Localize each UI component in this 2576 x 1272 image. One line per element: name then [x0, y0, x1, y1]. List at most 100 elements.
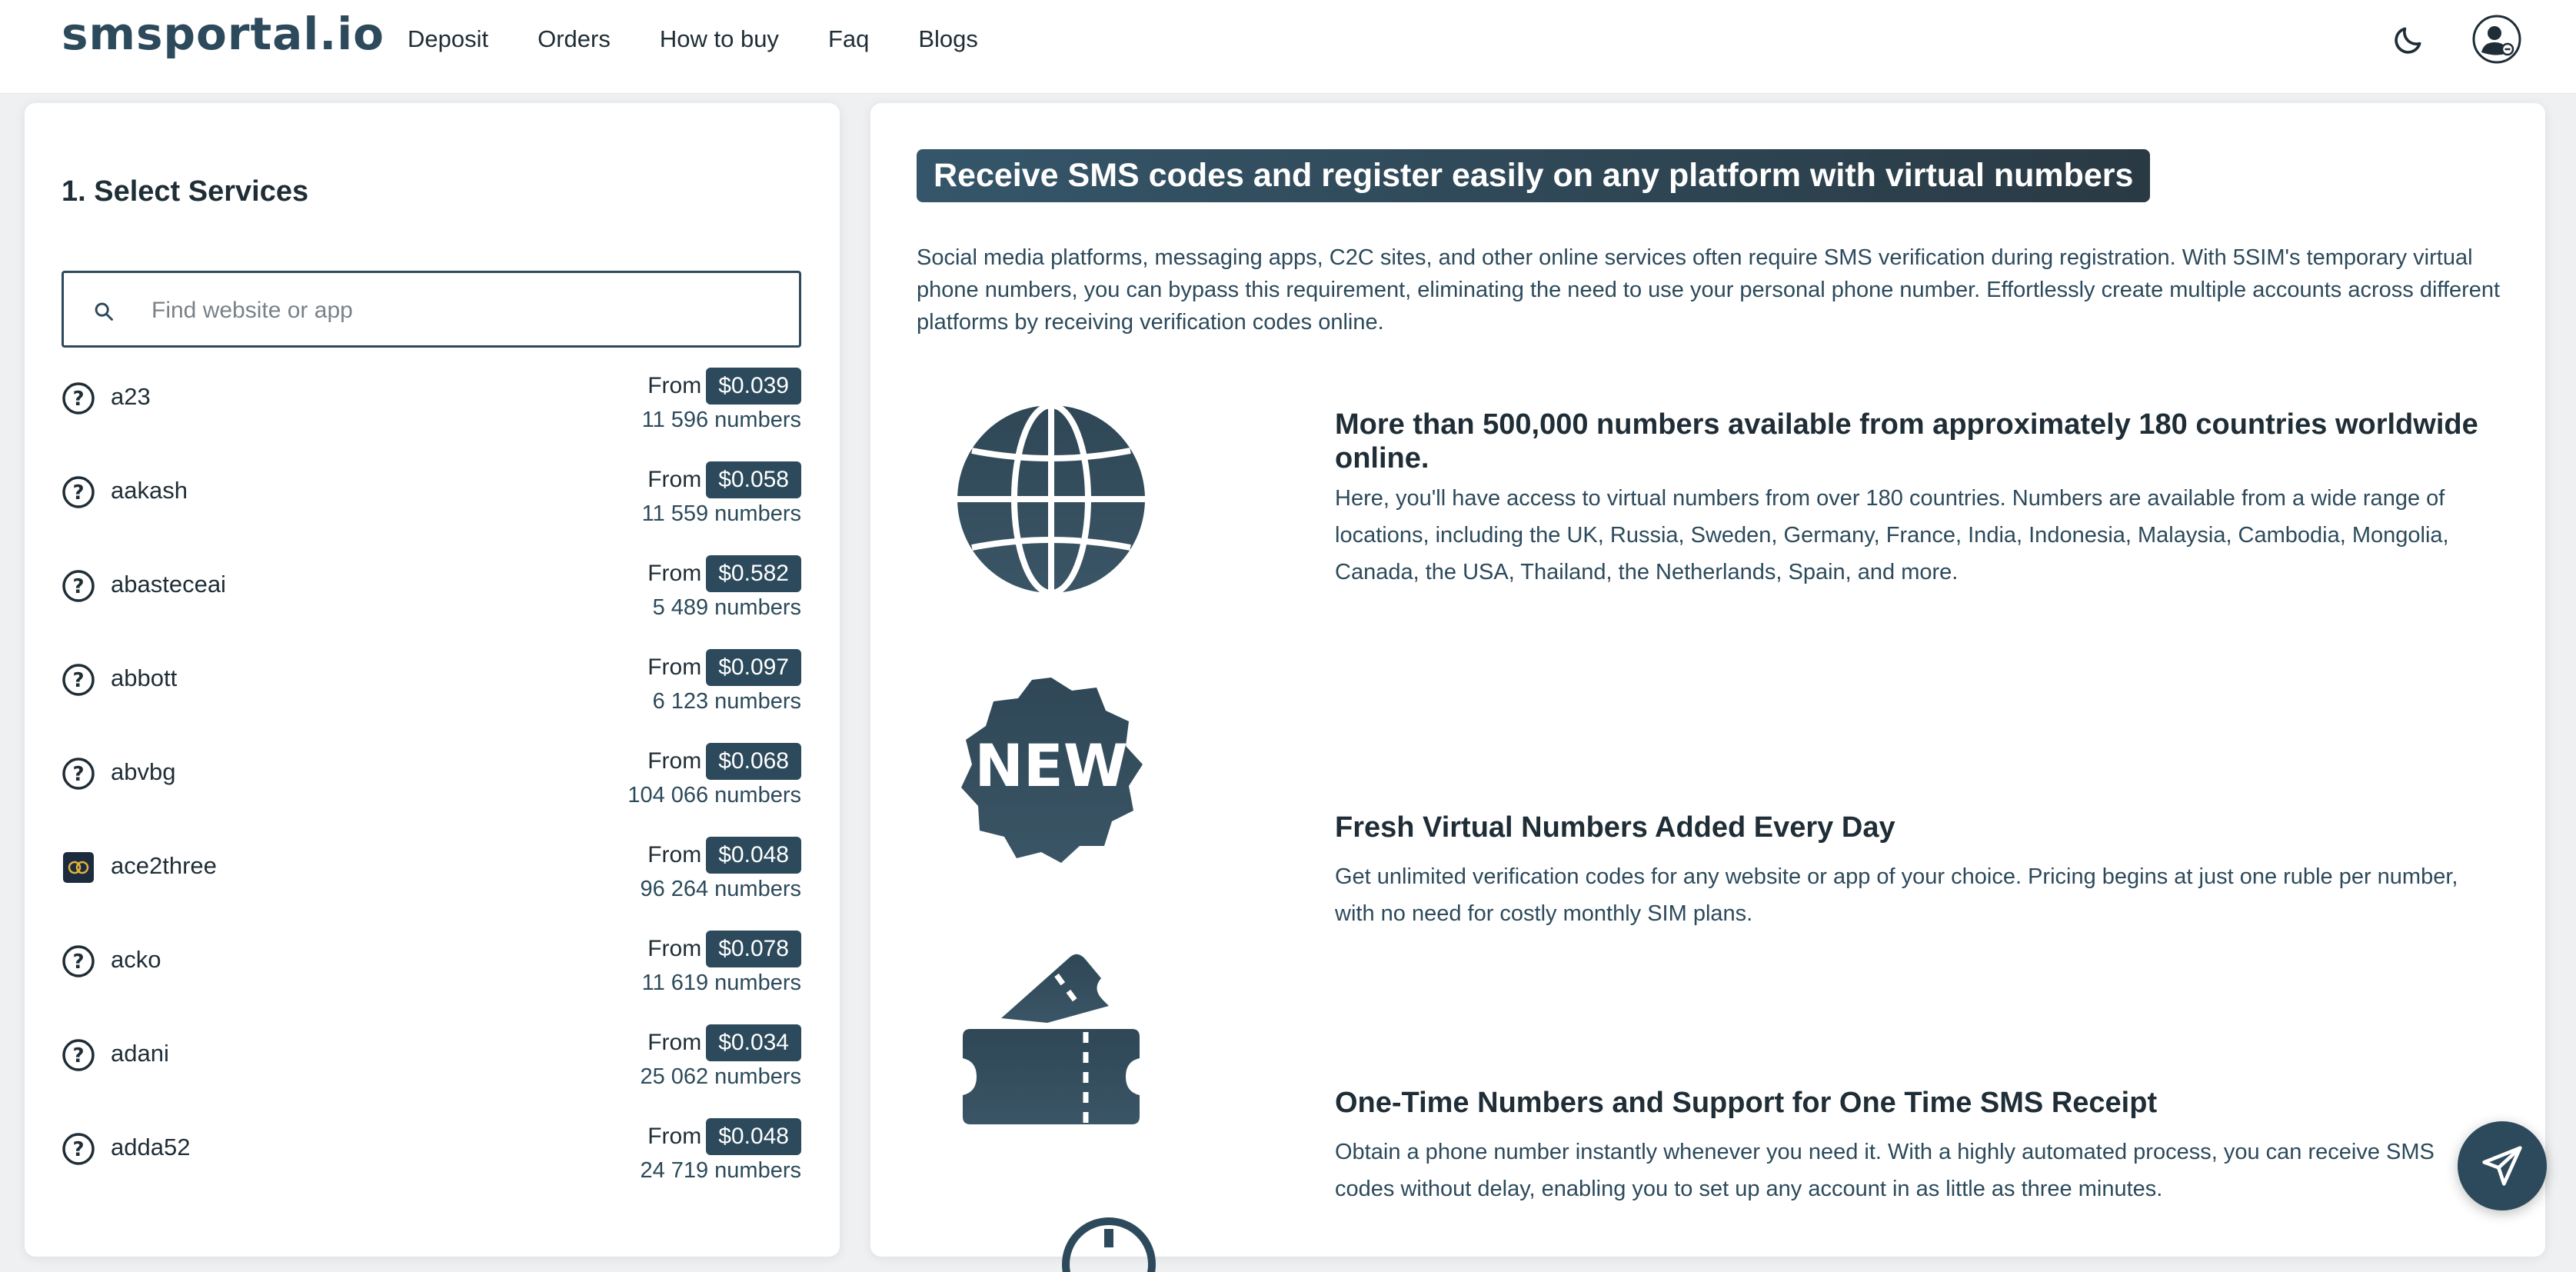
feature-title: One-Time Numbers and Support for One Tim…	[1335, 1087, 2158, 1119]
count-value: 6 123	[652, 689, 709, 714]
service-row[interactable]: ? abbott From $0.097 6 123 numbers	[62, 646, 801, 740]
numbers-count: 104 066 numbers	[627, 783, 801, 808]
count-label: numbers	[714, 1064, 801, 1089]
nav-how-to-buy[interactable]: How to buy	[660, 25, 779, 53]
numbers-count: 96 264 numbers	[640, 877, 801, 902]
feature-title: More than 500,000 numbers available from…	[1335, 408, 2478, 475]
count-label: numbers	[714, 877, 801, 901]
hero-title: Receive SMS codes and register easily on…	[917, 149, 2151, 202]
count-label: numbers	[714, 1158, 801, 1183]
services-panel: 1. Select Services ? a23 From $0.039 11 …	[25, 103, 840, 1257]
service-row[interactable]: ? acko From $0.078 11 619 numbers	[62, 927, 801, 1021]
count-label: numbers	[714, 595, 801, 620]
numbers-count: 25 062 numbers	[640, 1064, 801, 1090]
feature-text: Obtain a phone number instantly whenever…	[1335, 1140, 2435, 1201]
question-icon: ?	[62, 570, 95, 602]
feature-title: Fresh Virtual Numbers Added Every Day	[1335, 811, 1895, 844]
service-row[interactable]: ? abasteceai From $0.582 5 489 numbers	[62, 552, 801, 646]
price-badge: $0.048	[706, 1118, 801, 1155]
count-value: 96 264	[640, 877, 709, 901]
from-label: From	[647, 373, 702, 398]
count-label: numbers	[714, 501, 801, 526]
from-label: From	[647, 654, 702, 680]
info-panel: Receive SMS codes and register easily on…	[870, 103, 2545, 1272]
ace2three-logo	[63, 852, 94, 883]
nav-faq[interactable]: Faq	[828, 25, 869, 53]
question-icon: ?	[62, 382, 95, 415]
count-value: 25 062	[640, 1064, 709, 1089]
count-label: numbers	[714, 408, 801, 432]
globe-icon	[957, 403, 1145, 595]
service-row[interactable]: ace2three From $0.048 96 264 numbers	[62, 834, 801, 927]
service-name: abasteceai	[111, 571, 226, 598]
price-line: From $0.048	[647, 837, 801, 874]
feature-text: Here, you'll have access to virtual numb…	[1335, 486, 2449, 584]
feature-text: Get unlimited verification codes for any…	[1335, 864, 2458, 926]
price-line: From $0.068	[647, 743, 801, 780]
price-line: From $0.048	[647, 1118, 801, 1155]
svg-text:?: ?	[72, 1044, 84, 1067]
numbers-count: 6 123 numbers	[653, 689, 801, 714]
nav-deposit[interactable]: Deposit	[408, 25, 488, 53]
moon-icon[interactable]	[2391, 23, 2425, 57]
question-icon: ?	[62, 1133, 95, 1165]
service-row[interactable]: ? a23 From $0.039 11 596 numbers	[62, 365, 801, 458]
service-name: a23	[111, 383, 151, 410]
svg-text:?: ?	[72, 763, 84, 786]
nav-orders[interactable]: Orders	[537, 25, 611, 53]
from-label: From	[647, 467, 702, 492]
clock-icon	[1062, 1217, 1156, 1272]
from-label: From	[647, 1030, 702, 1055]
from-label: From	[647, 936, 702, 961]
svg-text:?: ?	[72, 669, 84, 692]
service-row[interactable]: ? abvbg From $0.068 104 066 numbers	[62, 740, 801, 834]
price-badge: $0.582	[706, 555, 801, 592]
price-badge: $0.034	[706, 1024, 801, 1061]
count-value: 5 489	[652, 595, 709, 620]
price-line: From $0.078	[647, 931, 801, 967]
price-line: From $0.582	[647, 555, 801, 592]
service-name: adani	[111, 1040, 169, 1067]
service-row[interactable]: ? adani From $0.034 25 062 numbers	[62, 1021, 801, 1115]
service-row[interactable]: ? aakash From $0.058 11 559 numbers	[62, 458, 801, 552]
service-name: abbott	[111, 664, 178, 691]
count-value: 11 619	[641, 971, 709, 995]
price-line: From $0.058	[647, 461, 801, 498]
search-box[interactable]	[62, 271, 801, 348]
service-name: abvbg	[111, 758, 176, 785]
nav-blogs[interactable]: Blogs	[918, 25, 978, 53]
price-line: From $0.039	[647, 368, 801, 405]
site-logo[interactable]: smsportal.io	[62, 8, 384, 60]
main-nav: Deposit Orders How to buy Faq Blogs	[408, 25, 1027, 53]
numbers-count: 24 719 numbers	[640, 1158, 801, 1184]
service-name: acko	[111, 946, 161, 973]
telegram-button[interactable]	[2458, 1121, 2547, 1210]
question-icon: ?	[62, 1039, 95, 1071]
price-line: From $0.034	[647, 1024, 801, 1061]
service-name: adda52	[111, 1134, 191, 1160]
svg-text:?: ?	[72, 1138, 84, 1161]
service-name: ace2three	[111, 852, 217, 879]
from-label: From	[647, 748, 702, 774]
svg-text:?: ?	[72, 951, 84, 974]
question-icon: ?	[62, 945, 95, 977]
new-badge-icon: NEW	[961, 678, 1143, 863]
price-badge: $0.039	[706, 368, 801, 405]
question-icon: ?	[62, 758, 95, 790]
count-value: 11 596	[641, 408, 709, 432]
question-icon: ?	[62, 476, 95, 508]
service-list: ? a23 From $0.039 11 596 numbers ? aakash…	[62, 365, 801, 1209]
price-line: From $0.097	[647, 649, 801, 686]
count-label: numbers	[714, 971, 801, 995]
from-label: From	[647, 1124, 702, 1149]
search-input[interactable]	[150, 290, 784, 331]
send-icon	[2482, 1146, 2522, 1186]
user-icon[interactable]	[2471, 14, 2522, 65]
service-row[interactable]: ? adda52 From $0.048 24 719 numbers	[62, 1115, 801, 1209]
svg-text:?: ?	[72, 481, 84, 504]
new-badge-text: NEW	[974, 731, 1127, 800]
count-value: 104 066	[627, 783, 709, 807]
numbers-count: 11 619 numbers	[642, 971, 801, 996]
price-badge: $0.078	[706, 931, 801, 967]
count-label: numbers	[714, 783, 801, 807]
